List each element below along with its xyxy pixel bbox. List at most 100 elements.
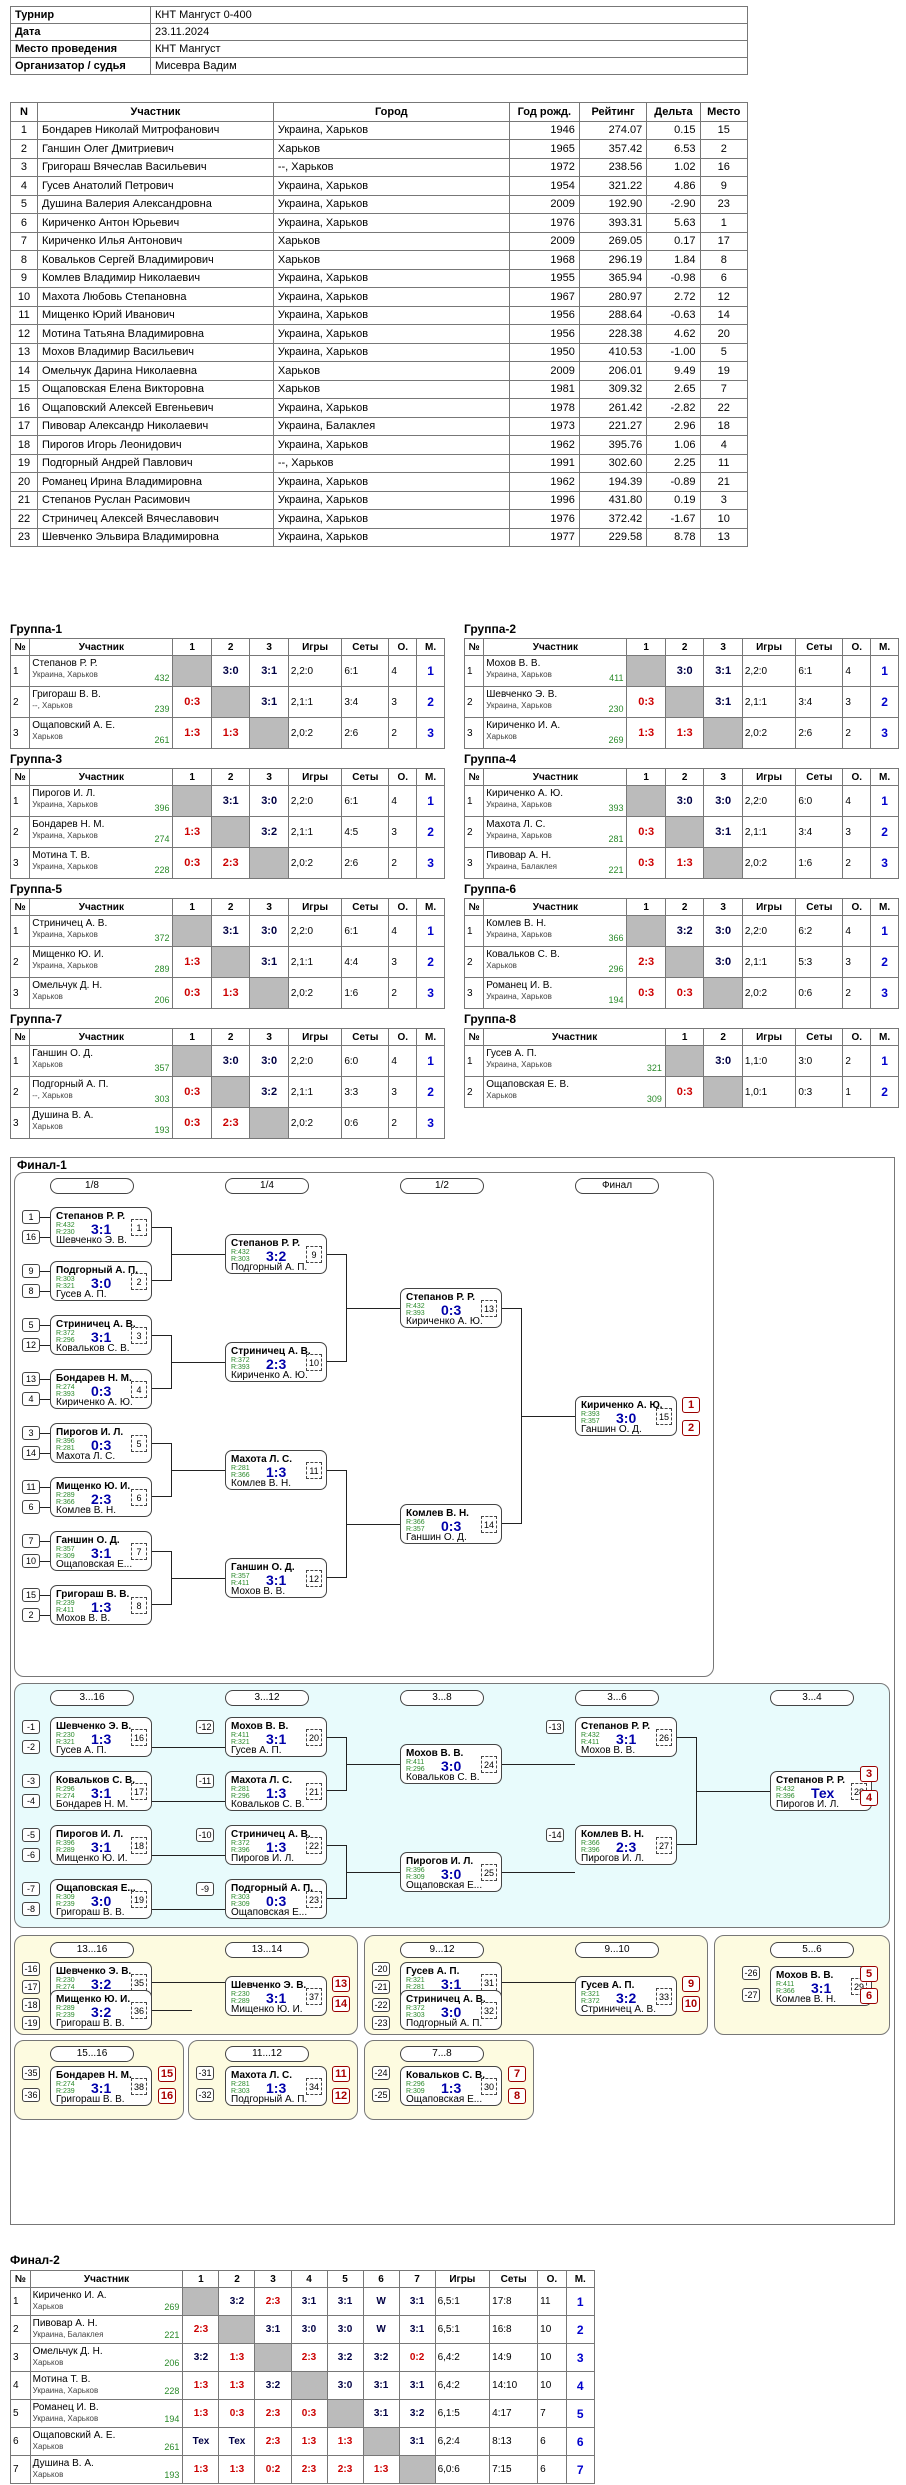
match-card: Комлев В. Н. R:366 R:396 2:3 Пирогов И. Л. 27 <box>575 1825 677 1865</box>
match-rating1: R:239 <box>56 1600 75 1607</box>
match-number: 21 <box>306 1783 322 1800</box>
bracket-line <box>152 1982 225 1983</box>
group-points: 3 <box>842 816 872 848</box>
match-number: 33 <box>656 1988 672 2005</box>
match-card: Ковальков С. В. R:296 R:274 3:1 Бондарев Н. … <box>50 1771 152 1811</box>
final2-score: 2:3 <box>254 2399 292 2428</box>
match-ratings: R:366 R:396 <box>581 1840 600 1854</box>
match-player2: Мищенко Ю. И. <box>56 1853 128 1864</box>
group-score <box>172 915 212 947</box>
player-row: 8 Ковальков Сергей Владимирович Харьков 196… <box>10 250 749 270</box>
match-player2: Гусев А. П. <box>231 1745 282 1756</box>
match-player2: Пирогов И. Л. <box>231 1853 295 1864</box>
match-player2: Ощаповская Е... <box>406 1880 483 1891</box>
player-name: Кириченко И. А. <box>486 720 561 731</box>
match-rating1: R:296 <box>406 2081 425 2088</box>
group-header: О. <box>842 1028 872 1046</box>
group-header: Сеты <box>795 638 844 656</box>
group-cell-n: 1 <box>463 655 485 687</box>
bracket-line <box>152 1551 172 1605</box>
player-name: Пивовар А. Н. <box>486 850 552 861</box>
match-ratings: R:432 R:230 <box>56 1222 75 1236</box>
group-header-row: № Участник 1 2 3 Игры Сеты О. М. <box>9 768 445 786</box>
bracket-line <box>152 1801 225 1802</box>
group-score: 3:0 <box>249 915 289 947</box>
match-card: Гусев А. П. R:321 R:372 3:2 Стриничец А. В. 3… <box>575 1976 677 2016</box>
bracket-line <box>40 1595 50 1596</box>
player-row: 23 Шевченко Эльвира Владимировна Украина, … <box>10 527 749 547</box>
group-score <box>626 915 666 947</box>
info-row: Турнир КНТ Мангуст 0-400 <box>10 6 748 24</box>
info-row: Место проведения КНТ Мангуст <box>10 40 748 58</box>
seed-number: 16 <box>22 1230 40 1244</box>
bracket-line <box>172 1362 225 1363</box>
players-header: Год рожд. <box>508 102 580 122</box>
match-number: 5 <box>131 1435 147 1452</box>
group-score: 1:3 <box>172 816 212 848</box>
player-cell: Харьков <box>272 379 510 399</box>
player-city: Украина, Харьков <box>32 831 98 840</box>
group-games: 1,1:0 <box>741 1045 797 1077</box>
group-header: 1 <box>172 1028 212 1046</box>
final2-score <box>290 2371 328 2400</box>
group-score: 3:0 <box>249 785 289 817</box>
match-card: Степанов Р. Р. R:432 R:393 0:3 Кириченко А. … <box>400 1288 502 1328</box>
player-cell: 206.01 <box>578 361 648 381</box>
match-player2: Гусев А. П. <box>56 1745 107 1756</box>
match-ratings: R:357 R:309 <box>56 1546 75 1560</box>
group-points: 4 <box>842 655 872 687</box>
group-player: Бондарев Н. М. Украина, Харьков 274 <box>29 816 174 848</box>
group-games: 2,1:1 <box>741 946 797 978</box>
player-rating: 228 <box>154 865 170 875</box>
player-rating: 289 <box>154 964 170 974</box>
group-games: 2,1:1 <box>741 686 797 718</box>
final2-score: 0:2 <box>398 2343 436 2372</box>
match-number: 6 <box>131 1489 147 1506</box>
group-score: 0:3 <box>172 686 212 718</box>
group-score: 2:3 <box>210 847 251 879</box>
player-cell: 1950 <box>508 342 580 362</box>
player-cell: Романец Ирина Владимировна <box>36 472 274 492</box>
player-cell: 3 <box>10 157 38 177</box>
group-table: № Участник 1 2 3 Игры Сеты О. М. 1 Кириченко А. Ю.… <box>463 768 899 879</box>
player-cell: 16 <box>699 157 749 177</box>
player-city: --, Харьков <box>32 1091 73 1100</box>
player-cell: Ковальков Сергей Владимирович <box>36 250 274 270</box>
player-cell: 1973 <box>508 416 580 436</box>
match-card: Григораш В. В. R:239 R:411 1:3 Мохов В. В. 8 <box>50 1585 152 1625</box>
player-rating: 206 <box>164 2358 180 2368</box>
match-rating1: R:432 <box>231 1249 250 1256</box>
group-score: 3:2 <box>664 915 705 947</box>
bracket-line <box>172 1578 225 1579</box>
match-rating1: R:357 <box>231 1573 250 1580</box>
match-number: 18 <box>131 1837 147 1854</box>
player-cell: Украина, Харьков <box>272 398 510 418</box>
group-title: Группа-8 <box>464 1012 517 1026</box>
match-rating1: R:432 <box>406 1303 425 1310</box>
bracket-line <box>522 1416 575 1417</box>
bracket-line <box>40 1561 50 1562</box>
group-score: 3:0 <box>703 785 743 817</box>
match-player2: Ганшин О. Д. <box>581 1424 642 1435</box>
match-number: 34 <box>306 2078 322 2095</box>
match-ratings: R:432 R:303 <box>231 1249 250 1263</box>
player-cell: Украина, Харьков <box>272 120 510 140</box>
seed-number: -21 <box>372 1980 390 1994</box>
group-header: 3 <box>703 768 743 786</box>
final2-score: 3:2 <box>254 2371 292 2400</box>
group-header: 3 <box>249 1028 289 1046</box>
final2-header: М. <box>565 2270 596 2288</box>
bracket-line <box>347 1308 400 1309</box>
player-cell: -2.82 <box>646 398 701 418</box>
final2-header: Участник <box>29 2270 184 2288</box>
match-rating1: R:372 <box>231 1357 250 1364</box>
match-card: Мохов В. В. R:411 R:296 3:0 Ковальков С. В. 2… <box>400 1744 502 1784</box>
match-rating1: R:281 <box>231 1465 250 1472</box>
group-place: 2 <box>870 816 899 848</box>
match-player2: Мохов В. В. <box>56 1613 111 1624</box>
match-rating1: R:432 <box>776 1786 795 1793</box>
match-number: 1 <box>131 1219 147 1236</box>
group-cell-n: 3 <box>9 717 31 749</box>
group-header: Игры <box>741 638 797 656</box>
info-row: Организатор / судья Мисевра Вадим <box>10 57 748 75</box>
